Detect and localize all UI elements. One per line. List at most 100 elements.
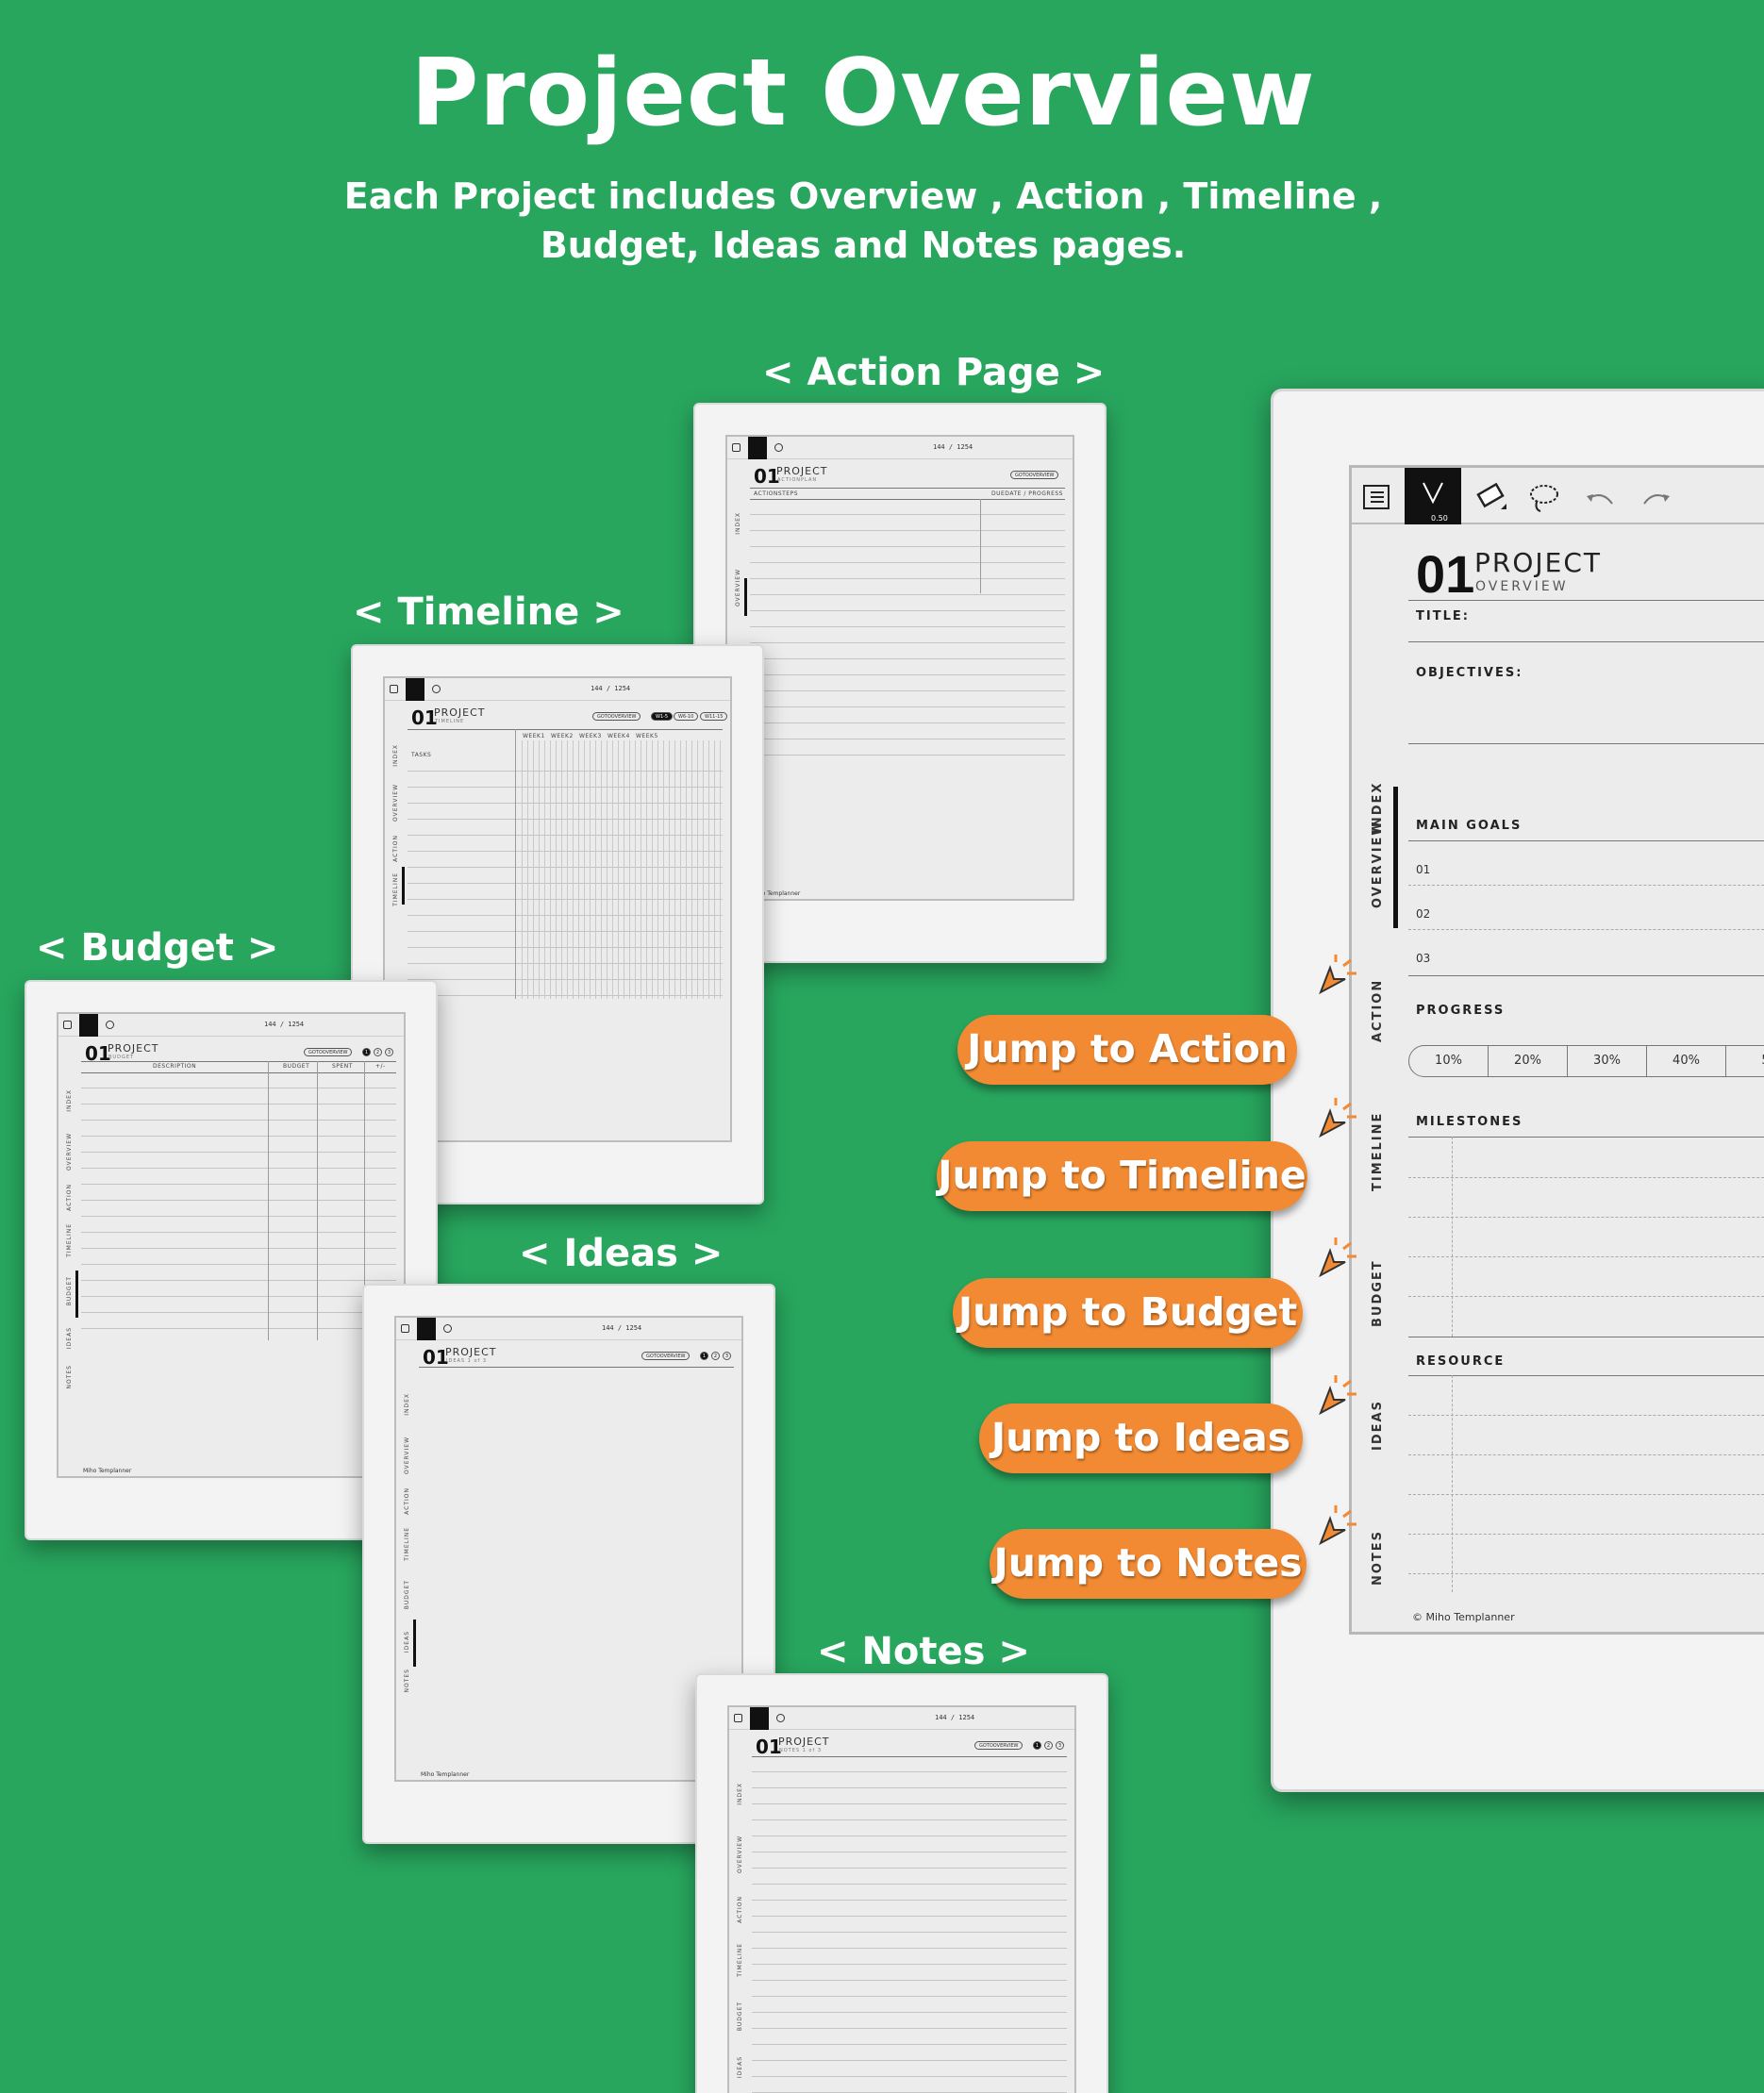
side-tab-action[interactable]: ACTION: [404, 1487, 415, 1515]
side-tab-notes[interactable]: NOTES: [1371, 1505, 1391, 1609]
page-indicator[interactable]: 144 / 1254: [264, 1021, 304, 1028]
page-dot-3[interactable]: 3: [385, 1048, 393, 1056]
side-tab-action[interactable]: ACTION: [66, 1184, 77, 1211]
pen-icon[interactable]: [79, 1014, 98, 1037]
jump-to-timeline-button[interactable]: Jump to Timeline: [937, 1141, 1307, 1211]
page-subtitle: Each Project includes Overview , Action …: [0, 172, 1726, 270]
project-subheading: BUDGET: [108, 1055, 135, 1060]
side-tab-overview[interactable]: OVERVIEW: [737, 1836, 748, 1873]
progress-30[interactable]: 30%: [1568, 1046, 1647, 1076]
lasso-icon[interactable]: [106, 1021, 114, 1029]
week-1: WEEK1: [523, 733, 545, 739]
menu-icon[interactable]: [401, 1324, 409, 1333]
menu-icon[interactable]: [1363, 485, 1390, 509]
subtitle-line-1: Each Project includes Overview , Action …: [343, 175, 1383, 217]
jump-to-notes-button[interactable]: Jump to Notes: [990, 1529, 1306, 1599]
side-tab-index[interactable]: INDEX: [737, 1783, 748, 1805]
side-tab-notes[interactable]: NOTES: [404, 1669, 415, 1692]
side-tab-budget[interactable]: BUDGET: [404, 1580, 415, 1609]
column-diff: +/-: [375, 1063, 386, 1070]
range-pill-2[interactable]: W6-10: [674, 712, 699, 721]
goto-overview-button[interactable]: GOTOOVERVIEW: [1010, 471, 1059, 479]
goal-02: 02: [1416, 907, 1431, 921]
side-tab-index[interactable]: INDEX: [66, 1089, 77, 1112]
page-dot-2[interactable]: 2: [374, 1048, 382, 1056]
milestones-column: [1452, 1137, 1453, 1337]
side-tab-index[interactable]: INDEX: [735, 512, 746, 535]
pen-icon[interactable]: [417, 1318, 436, 1340]
page-indicator[interactable]: 144 / 1254: [935, 1714, 974, 1721]
menu-icon[interactable]: [63, 1021, 72, 1029]
jump-to-action-button[interactable]: Jump to Action: [957, 1015, 1297, 1085]
column-divider: [980, 499, 981, 593]
header-divider: [1408, 600, 1764, 601]
pen-icon[interactable]: 0.50: [1405, 468, 1461, 524]
menu-icon[interactable]: [734, 1714, 742, 1722]
side-tab-index[interactable]: INDEX: [404, 1393, 415, 1416]
page-dot-2[interactable]: 2: [1044, 1741, 1053, 1750]
lasso-icon[interactable]: [1527, 483, 1561, 513]
page-indicator[interactable]: 144 / 1254: [933, 443, 973, 451]
side-tab-timeline[interactable]: TIMELINE: [737, 1943, 748, 1977]
side-tab-overview[interactable]: OVERVIEW: [404, 1437, 415, 1474]
label-timeline: < Timeline >: [353, 590, 624, 634]
menu-icon[interactable]: [390, 685, 398, 693]
side-tab-timeline[interactable]: TIMELINE: [66, 1223, 77, 1257]
page-indicator[interactable]: 144 / 1254: [602, 1324, 641, 1332]
pen-icon[interactable]: [748, 437, 767, 459]
side-tab-ideas[interactable]: IDEAS: [737, 2056, 748, 2078]
goto-overview-button[interactable]: GOTOOVERVIEW: [304, 1048, 353, 1056]
side-tab-action[interactable]: ACTION: [1371, 958, 1391, 1062]
page-indicator[interactable]: 144 / 1254: [591, 685, 630, 692]
goto-overview-button[interactable]: GOTOOVERVIEW: [974, 1741, 1023, 1750]
lasso-icon[interactable]: [443, 1324, 452, 1333]
range-pill-3[interactable]: W11-15: [700, 712, 728, 721]
side-tab-overview[interactable]: OVERVIEW: [1371, 807, 1391, 921]
pen-icon[interactable]: [406, 678, 424, 701]
click-cursor-icon: [1319, 955, 1356, 995]
page-dot-2[interactable]: 2: [711, 1352, 720, 1360]
redo-icon[interactable]: [1640, 489, 1672, 507]
goto-overview-button[interactable]: GOTOOVERVIEW: [641, 1352, 691, 1360]
page-dot-1[interactable]: 1: [700, 1352, 708, 1360]
eraser-icon[interactable]: [1474, 481, 1512, 515]
page-dot-1[interactable]: 1: [1033, 1741, 1041, 1750]
project-heading: PROJECT: [776, 465, 828, 477]
side-tab-action[interactable]: ACTION: [737, 1896, 748, 1923]
resource-line-5: [1408, 1573, 1764, 1574]
jump-to-ideas-button[interactable]: Jump to Ideas: [979, 1404, 1303, 1473]
side-tab-budget[interactable]: BUDGET: [1371, 1241, 1391, 1345]
lasso-icon[interactable]: [774, 443, 783, 452]
side-tab-overview[interactable]: OVERVIEW: [66, 1133, 77, 1171]
progress-50[interactable]: 5: [1726, 1046, 1764, 1076]
toolbar: 144 / 1254: [385, 678, 730, 701]
side-tab-timeline[interactable]: TIMELINE: [404, 1527, 415, 1561]
page-dot-3[interactable]: 3: [723, 1352, 731, 1360]
lasso-icon[interactable]: [432, 685, 441, 693]
side-tab-overview[interactable]: OVERVIEW: [392, 784, 404, 822]
side-tab-budget[interactable]: BUDGET: [737, 2002, 748, 2031]
menu-icon[interactable]: [732, 443, 741, 452]
range-pill-1[interactable]: W1-5: [651, 712, 674, 721]
week-2: WEEK2: [551, 733, 574, 739]
page-dot-1[interactable]: 1: [362, 1048, 371, 1056]
lasso-icon[interactable]: [776, 1714, 785, 1722]
project-heading: PROJECT: [445, 1346, 497, 1358]
pen-icon[interactable]: [750, 1707, 769, 1730]
side-tab-ideas[interactable]: IDEAS: [1371, 1373, 1391, 1477]
side-tab-ideas[interactable]: IDEAS: [66, 1327, 77, 1349]
page-dot-3[interactable]: 3: [1056, 1741, 1064, 1750]
progress-10[interactable]: 10%: [1409, 1046, 1489, 1076]
progress-40[interactable]: 40%: [1647, 1046, 1726, 1076]
progress-20[interactable]: 20%: [1489, 1046, 1568, 1076]
undo-icon[interactable]: [1584, 489, 1616, 507]
side-tab-notes[interactable]: NOTES: [66, 1365, 77, 1388]
goto-overview-button[interactable]: GOTOOVERVIEW: [592, 712, 641, 721]
side-tab-timeline[interactable]: TIMELINE: [1371, 1100, 1391, 1204]
toolbar: 144 / 1254: [729, 1707, 1074, 1730]
active-tab-indicator: [1393, 787, 1398, 928]
side-tab-action[interactable]: ACTION: [392, 835, 404, 862]
side-tab-index[interactable]: INDEX: [392, 744, 404, 767]
project-subheading: OVERVIEW: [1475, 579, 1569, 594]
jump-to-budget-button[interactable]: Jump to Budget: [953, 1278, 1303, 1348]
